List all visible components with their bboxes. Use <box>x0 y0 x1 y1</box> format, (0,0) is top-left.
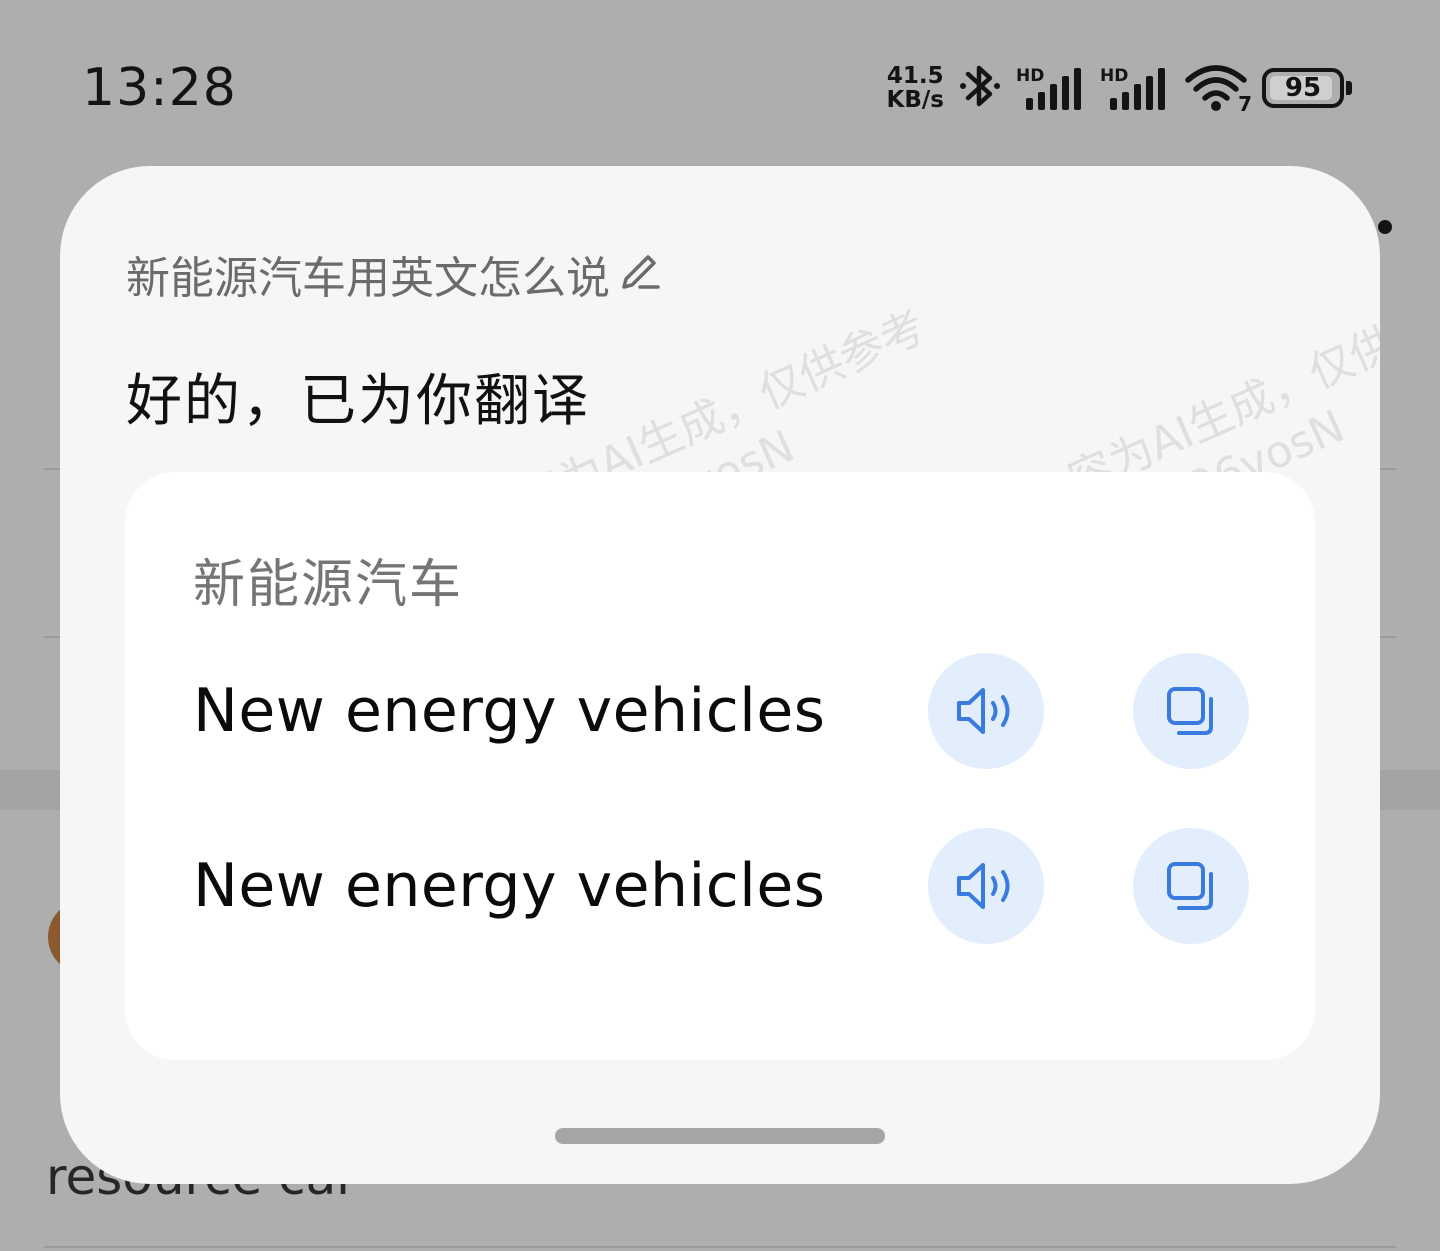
signal-icon: HD <box>1016 62 1086 114</box>
query-text: 新能源汽车用英文怎么说 <box>126 253 610 304</box>
status-time: 13:28 <box>82 58 237 118</box>
speaker-icon <box>957 688 1010 734</box>
query-text-row[interactable]: 新能源汽车用英文怎么说 <box>126 242 662 306</box>
battery-icon: 95 <box>1262 68 1352 108</box>
assistant-reply: 好的，已为你翻译 <box>126 369 590 434</box>
battery-level: 95 <box>1284 73 1322 103</box>
network-speed-value: 41.5 <box>886 63 944 89</box>
network-speed: 41.5 KB/s <box>887 64 944 112</box>
edit-icon[interactable] <box>618 247 662 302</box>
bluetooth-icon <box>958 58 1002 118</box>
wifi-icon: 7 <box>1184 62 1252 116</box>
copy-icon <box>1167 862 1213 910</box>
translation-text: New energy vehicles <box>193 851 826 921</box>
translation-row: New energy vehicles <box>193 827 1249 945</box>
speak-button[interactable] <box>928 653 1044 769</box>
translation-row: New energy vehicles <box>193 652 1249 770</box>
signal-icon: HD <box>1100 62 1170 114</box>
copy-button[interactable] <box>1133 653 1249 769</box>
copy-icon <box>1167 687 1213 735</box>
translation-text: New energy vehicles <box>193 676 826 746</box>
battery-cap <box>1346 81 1352 95</box>
translation-dialog: 内容为AI生成，仅供参考 26vosN 内容为AI生成，仅供参考 26vosN … <box>60 166 1380 1184</box>
background-divider <box>44 1246 1396 1248</box>
source-text: 新能源汽车 <box>193 555 464 615</box>
home-indicator[interactable] <box>555 1128 885 1144</box>
speaker-icon <box>957 863 1010 909</box>
status-icons: 41.5 KB/s HD HD 7 95 <box>887 58 1352 118</box>
translation-card: 新能源汽车 New energy vehicles New energy veh… <box>125 472 1315 1060</box>
copy-button[interactable] <box>1133 828 1249 944</box>
background-dot <box>1378 220 1392 234</box>
wifi-label: 7 <box>1238 92 1252 116</box>
speak-button[interactable] <box>928 828 1044 944</box>
network-speed-unit: KB/s <box>886 87 944 113</box>
